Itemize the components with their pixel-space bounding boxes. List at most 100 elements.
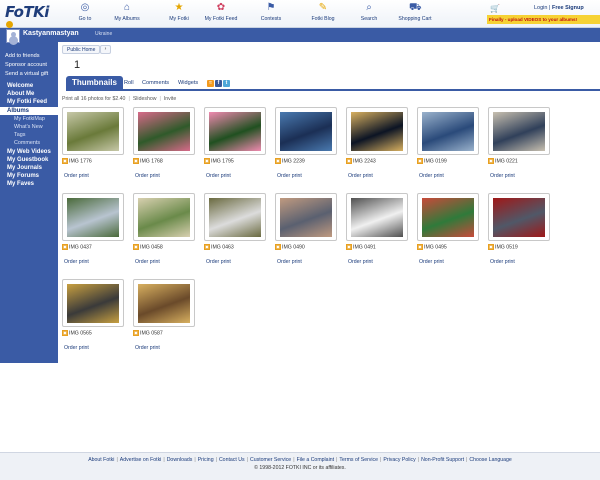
footer-link-file-a-complaint[interactable]: File a Complaint	[297, 457, 334, 463]
photo-thumbnail[interactable]	[133, 193, 195, 241]
photo-image[interactable]	[67, 284, 119, 323]
photo-title[interactable]: IMG 1776	[69, 158, 92, 164]
photo-thumbnail[interactable]	[488, 107, 550, 155]
slideshow-link[interactable]: Slideshow	[133, 96, 157, 102]
fotki-logo[interactable]: FoTKi	[5, 3, 53, 28]
signup-link[interactable]: Free Signup	[552, 5, 584, 11]
footer-link-advertise-on-fotki[interactable]: Advertise on Fotki	[120, 457, 162, 463]
photo-thumbnail[interactable]	[488, 193, 550, 241]
photo-image[interactable]	[209, 198, 261, 237]
photo-image[interactable]	[422, 112, 474, 151]
photo-image[interactable]	[67, 198, 119, 237]
photo-title[interactable]: IMG 2243	[353, 158, 376, 164]
order-print-link[interactable]: Order print	[419, 173, 444, 179]
photo-title[interactable]: IMG 0490	[282, 244, 305, 250]
footer-link-non-profit-support[interactable]: Non-Profit Support	[421, 457, 464, 463]
order-print-link[interactable]: Order print	[64, 259, 89, 265]
footer-link-terms-of-service[interactable]: Terms of Service	[339, 457, 378, 463]
order-print-link[interactable]: Order print	[348, 173, 373, 179]
photo-title[interactable]: IMG 0463	[211, 244, 234, 250]
order-print-link[interactable]: Order print	[135, 173, 160, 179]
photo-thumbnail[interactable]	[346, 193, 408, 241]
photo-thumbnail[interactable]	[62, 193, 124, 241]
order-print-link[interactable]: Order print	[64, 173, 89, 179]
photo-title[interactable]: IMG 0495	[424, 244, 447, 250]
photo-thumbnail[interactable]	[133, 279, 195, 327]
tab-roll[interactable]: Roll	[124, 80, 134, 86]
print-all-link[interactable]: Print all 16 photos for $2.40	[62, 96, 125, 102]
photo-image[interactable]	[351, 198, 403, 237]
photo-thumbnail[interactable]	[62, 107, 124, 155]
chevron-right-icon[interactable]: ›	[100, 45, 111, 54]
promo-banner[interactable]: Finally - upload VIDEOS to your albums!	[487, 15, 600, 24]
twitter-icon[interactable]: t	[223, 80, 230, 87]
photo-thumbnail[interactable]	[275, 193, 337, 241]
photo-title[interactable]: IMG 0199	[424, 158, 447, 164]
invite-link[interactable]: Invite	[164, 96, 176, 102]
avatar[interactable]	[6, 29, 20, 43]
photo-thumbnail[interactable]	[417, 107, 479, 155]
sidebar-item-welcome[interactable]: Welcome	[0, 82, 58, 90]
footer-link-about-fotki[interactable]: About Fotki	[88, 457, 114, 463]
add-to-friends-link[interactable]: Add to friends	[5, 52, 55, 61]
photo-image[interactable]	[138, 284, 190, 323]
order-print-link[interactable]: Order print	[419, 259, 444, 265]
sidebar-item-about-me[interactable]: About Me	[0, 90, 58, 98]
rss-icon[interactable]: ≈	[207, 80, 214, 87]
photo-image[interactable]	[138, 112, 190, 151]
tab-thumbnails[interactable]: Thumbnails	[66, 76, 123, 91]
photo-thumbnail[interactable]	[62, 279, 124, 327]
photo-title[interactable]: IMG 0458	[140, 244, 163, 250]
facebook-icon[interactable]: f	[215, 80, 222, 87]
order-print-link[interactable]: Order print	[348, 259, 373, 265]
photo-image[interactable]	[351, 112, 403, 151]
order-print-link[interactable]: Order print	[206, 173, 231, 179]
footer-link-privacy-policy[interactable]: Privacy Policy	[383, 457, 415, 463]
photo-title[interactable]: IMG 2239	[282, 158, 305, 164]
photo-image[interactable]	[493, 198, 545, 237]
nav-item-contests[interactable]: ⚑ Contests	[241, 2, 301, 26]
footer-link-contact-us[interactable]: Contact Us	[219, 457, 245, 463]
photo-image[interactable]	[209, 112, 261, 151]
cart-icon[interactable]: 🛒	[490, 4, 500, 13]
order-print-link[interactable]: Order print	[490, 259, 515, 265]
public-home-button[interactable]: Public Home	[62, 45, 101, 54]
nav-item-shopping-cart[interactable]: ⛟ Shopping Cart	[385, 2, 445, 26]
nav-item-my-albums[interactable]: ⌂ My Albums	[97, 2, 157, 26]
photo-thumbnail[interactable]	[275, 107, 337, 155]
footer-link-customer-service[interactable]: Customer Service	[250, 457, 291, 463]
username[interactable]: Kastyanmastyan	[23, 30, 79, 37]
photo-title[interactable]: IMG 0221	[495, 158, 518, 164]
sidebar-item-tags[interactable]: Tags	[0, 131, 58, 139]
photo-thumbnail[interactable]	[417, 193, 479, 241]
send-a-virtual-gift-link[interactable]: Send a virtual gift	[5, 70, 55, 79]
sidebar-item-comments[interactable]: Comments	[0, 139, 58, 147]
login-link[interactable]: Login	[534, 5, 547, 11]
photo-image[interactable]	[493, 112, 545, 151]
sidebar-item-my-fotkimap[interactable]: My FotkiMap	[0, 115, 58, 123]
footer-link-pricing[interactable]: Pricing	[198, 457, 214, 463]
order-print-link[interactable]: Order print	[64, 345, 89, 351]
photo-title[interactable]: IMG 0437	[69, 244, 92, 250]
photo-image[interactable]	[138, 198, 190, 237]
photo-title[interactable]: IMG 0565	[69, 330, 92, 336]
photo-thumbnail[interactable]	[204, 107, 266, 155]
photo-title[interactable]: IMG 0587	[140, 330, 163, 336]
sidebar-item-albums[interactable]: Albums	[0, 106, 58, 115]
order-print-link[interactable]: Order print	[490, 173, 515, 179]
sidebar-item-my-journals[interactable]: My Journals	[0, 164, 58, 172]
order-print-link[interactable]: Order print	[135, 345, 160, 351]
footer-link-downloads[interactable]: Downloads	[167, 457, 193, 463]
photo-title[interactable]: IMG 1768	[140, 158, 163, 164]
order-print-link[interactable]: Order print	[277, 259, 302, 265]
photo-image[interactable]	[422, 198, 474, 237]
tab-widgets[interactable]: Widgets	[178, 80, 198, 86]
tab-comments[interactable]: Comments	[142, 80, 169, 86]
photo-thumbnail[interactable]	[133, 107, 195, 155]
photo-image[interactable]	[280, 112, 332, 151]
photo-title[interactable]: IMG 1795	[211, 158, 234, 164]
order-print-link[interactable]: Order print	[206, 259, 231, 265]
sidebar-item-what-s-new[interactable]: What's New	[0, 123, 58, 131]
photo-thumbnail[interactable]	[204, 193, 266, 241]
order-print-link[interactable]: Order print	[277, 173, 302, 179]
